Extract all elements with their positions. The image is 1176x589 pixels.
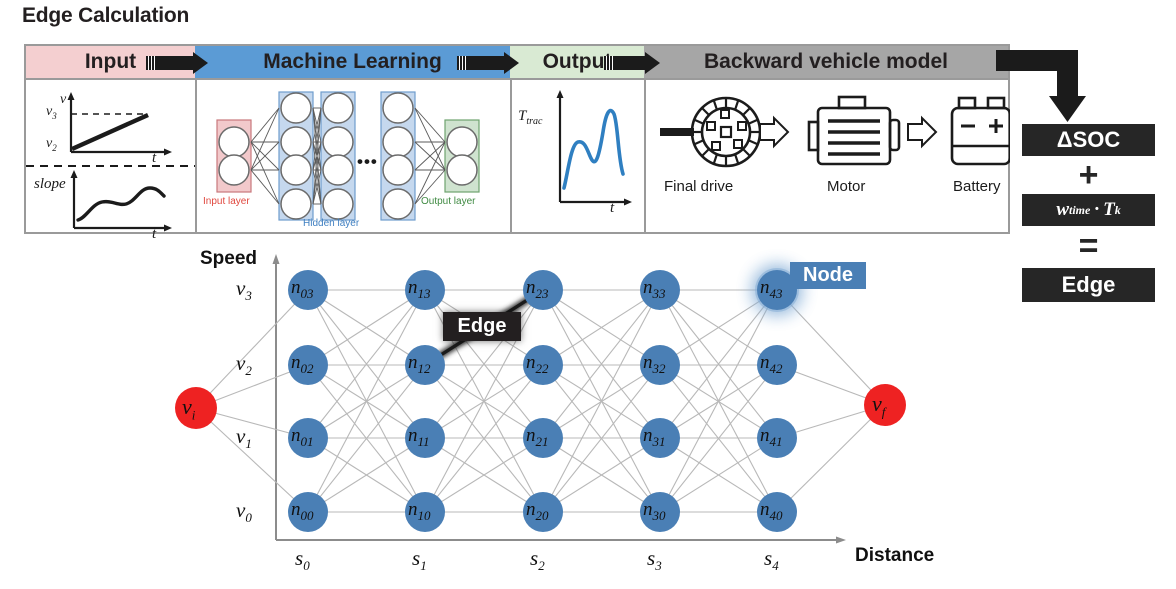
stage-header-backward-vehicle-model-label: Backward vehicle model: [704, 50, 948, 73]
speed-tick-v0: v0: [236, 498, 252, 526]
equation-term-dot: ·: [1094, 199, 1100, 220]
output-graph-xlabel: t: [610, 200, 615, 216]
equation-operator-plus: +: [1022, 155, 1155, 194]
pipeline-to-equation-arrow: [996, 50, 1086, 122]
input-graph1-ytick-low: v2: [46, 136, 57, 153]
trellis-node-label-n02: n02: [291, 352, 314, 376]
output-graph-ylabel: Ttrac: [518, 108, 543, 127]
start-node-label: vi: [182, 394, 195, 423]
pipeline-arrow-3: [604, 52, 660, 74]
input-graph1-ylabel: v: [60, 92, 67, 107]
nn-output-layer-label: Output layer: [421, 196, 476, 207]
distance-tick-s0: s0: [295, 546, 310, 574]
trellis-y-axis-label: Speed: [200, 248, 258, 269]
start-node-sub: i: [191, 407, 196, 423]
trellis-node-label-n31: n31: [643, 425, 666, 449]
equation-term-t-sub: k: [1114, 202, 1121, 217]
output-graph-svg: [556, 90, 632, 206]
vehicle-icons-svg: [660, 95, 1010, 168]
stage-header-output-label: Output: [542, 50, 612, 73]
equation-operator-plus-label: +: [1078, 155, 1099, 194]
vehicle-caption-motor: Motor: [827, 178, 866, 195]
distance-tick-s1: s1: [412, 546, 427, 574]
trellis-node-label-n00: n00: [291, 499, 314, 523]
distance-tick-s4: s4: [764, 546, 779, 574]
edge-callout: Edge: [443, 312, 521, 341]
speed-tick-v2: v2: [236, 351, 252, 379]
vehicle-caption-battery: Battery: [953, 178, 1001, 195]
panel-backward-vehicle-model: Final drive Motor Battery: [644, 80, 1010, 232]
trellis-node-label-n01: n01: [291, 425, 314, 449]
vehicle-caption-final-drive: Final drive: [664, 178, 734, 195]
distance-tick-s2: s2: [530, 546, 545, 574]
trellis-svg: [175, 254, 906, 544]
trellis-node-label-n03: n03: [291, 277, 314, 301]
speed-tick-v3: v3: [236, 276, 252, 304]
edge-callout-label: Edge: [457, 315, 507, 337]
trellis-node-label-n33: n33: [643, 277, 666, 301]
equation-term-w-sub: time: [1069, 202, 1091, 217]
trellis-node-label-n10: n10: [408, 499, 431, 523]
start-node-v: v: [182, 394, 192, 419]
end-node-sub: f: [881, 404, 886, 420]
trellis-node-label-n20: n20: [526, 499, 549, 523]
input-graph1-ytick-high: v3: [46, 104, 57, 121]
equation-term-delta-soc-label: ΔSOC: [1056, 127, 1121, 152]
end-node-label: vf: [872, 391, 885, 420]
nn-input-layer-label: Input layer: [203, 196, 250, 207]
page-title: Edge Calculation: [22, 4, 190, 27]
equation-term-w: w: [1056, 199, 1069, 220]
trellis-node-label-n32: n32: [643, 352, 666, 376]
equation-term-delta-soc: ΔSOC: [1022, 124, 1155, 156]
panel-machine-learning: ••• Input layer Hidden layer Output laye…: [195, 80, 510, 232]
trellis-node-label-n21: n21: [526, 425, 549, 449]
trellis-node-label-n23: n23: [526, 277, 549, 301]
stage-header-backward-vehicle-model: Backward vehicle model: [644, 46, 1008, 80]
stage-header-machine-learning-label: Machine Learning: [263, 50, 442, 73]
speed-tick-v1: v1: [236, 424, 252, 452]
panel-output: Ttrac t: [510, 80, 644, 232]
pipeline-frame: Input Machine Learning Output Backward v…: [24, 44, 1010, 242]
node-callout-label: Node: [803, 264, 853, 286]
trellis-node-label-n22: n22: [526, 352, 549, 376]
trellis-node-label-n30: n30: [643, 499, 666, 523]
trellis-node-label-n13: n13: [408, 277, 431, 301]
trellis-node-label-n40: n40: [760, 499, 783, 523]
end-node-v: v: [872, 391, 882, 416]
equation-term-t: T: [1103, 199, 1115, 220]
pipeline-arrow-2: [457, 52, 519, 74]
trellis-node-label-n12: n12: [408, 352, 431, 376]
node-callout: Node: [790, 262, 866, 289]
trellis-node-label-n42: n42: [760, 352, 783, 376]
trellis-node-label-n41: n41: [760, 425, 783, 449]
distance-tick-s3: s3: [647, 546, 662, 574]
panel-input: v v3 v2 t slope t: [26, 80, 195, 242]
pipeline-arrow-1: [146, 52, 208, 74]
stage-header-input-label: Input: [84, 50, 137, 73]
trellis-x-axis-label: Distance: [855, 545, 935, 566]
equation-term-weighted-time: w time · Tk: [1022, 194, 1155, 226]
nn-ellipsis: •••: [357, 152, 378, 171]
trellis-node-label-n11: n11: [408, 425, 430, 449]
input-graph2-ylabel: slope: [34, 176, 66, 192]
trellis-graph: Speed Distance v3 v2 v1 v0 s0 s1 s2 s3 s4 n00 n01…: [0, 240, 1176, 589]
input-graph1-xlabel: t: [152, 150, 157, 166]
nn-hidden-layer-label: Hidden layer: [303, 218, 360, 229]
trellis-node-label-n43: n43: [760, 277, 783, 301]
neural-network-svg: [216, 91, 480, 221]
